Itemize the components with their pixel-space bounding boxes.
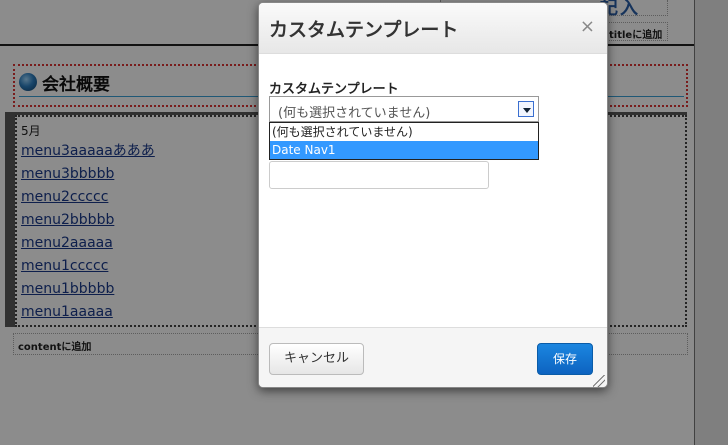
- close-icon[interactable]: ×: [580, 18, 595, 36]
- text-field[interactable]: [269, 161, 489, 189]
- template-options-list: (何も選択されていません) Date Nav1: [269, 122, 539, 160]
- resize-handle-icon[interactable]: [593, 375, 605, 387]
- cancel-button[interactable]: キャンセル: [269, 343, 364, 375]
- custom-template-dialog: カスタムテンプレート × カスタムテンプレート (何も選択されていません) (何…: [258, 2, 608, 388]
- template-select[interactable]: (何も選択されていません): [269, 96, 539, 122]
- select-current-value: (何も選択されていません): [278, 106, 431, 121]
- option-date-nav1[interactable]: Date Nav1: [270, 141, 538, 159]
- template-field-label: カスタムテンプレート: [269, 82, 399, 97]
- dialog-title: カスタムテンプレート: [269, 19, 459, 41]
- chevron-down-icon[interactable]: [518, 101, 534, 117]
- dialog-header: カスタムテンプレート ×: [259, 3, 607, 54]
- save-button[interactable]: 保存: [537, 343, 593, 375]
- option-none[interactable]: (何も選択されていません): [270, 123, 538, 141]
- dialog-footer: キャンセル 保存: [259, 327, 607, 387]
